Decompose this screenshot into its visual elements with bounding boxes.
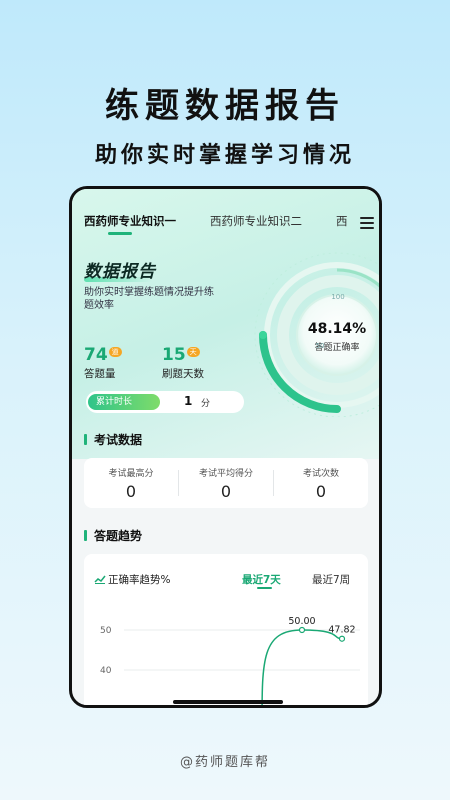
tab-subject-1[interactable]: 西药师专业知识一 [84, 213, 176, 229]
phone-frame: 西药师专业知识一 西药师专业知识二 西 数据报告 助你实时掌握练题情况提升练题效… [69, 186, 382, 708]
answered-label: 答题量 [84, 368, 116, 380]
tab-last-7-weeks[interactable]: 最近7周 [312, 572, 350, 587]
duration-pill: 累计时长 1 分 [86, 391, 244, 413]
report-description: 助你实时掌握练题情况提升练题效率 [84, 287, 214, 311]
exam-count-label: 考试次数 [302, 469, 339, 479]
gauge-tick-100: 100 [331, 293, 344, 301]
series-line [261, 629, 343, 705]
duration-unit: 分 [201, 399, 211, 409]
tab-subject-2[interactable]: 西药师专业知识二 [210, 213, 302, 229]
exam-highest-label: 考试最高分 [108, 469, 154, 479]
brand-footer: @药师题库帮 [179, 755, 270, 770]
accuracy-trend-chart: 50 40 30 50.00 47.82 [100, 616, 360, 708]
exam-count: 考试次数 0 [274, 466, 368, 501]
home-indicator [173, 700, 283, 704]
days-count: 15 [162, 345, 186, 365]
y-tick-label: 30 [100, 706, 112, 708]
stat-days: 15 天 刷题天数 [162, 345, 204, 381]
days-label: 刷题天数 [162, 368, 204, 380]
trend-card-title: 正确率趋势% [108, 574, 171, 586]
hamburger-menu-icon[interactable] [360, 217, 374, 229]
exam-stats-card: 考试最高分 0 考试平均得分 0 考试次数 0 [84, 458, 368, 508]
report-title: 数据报告 [84, 262, 156, 282]
days-unit-badge: 天 [186, 347, 200, 357]
duration-tag: 累计时长 [88, 394, 160, 410]
tab-last-7-days[interactable]: 最近7天 [242, 572, 281, 587]
data-point[interactable] [338, 635, 346, 642]
trend-chart-icon [94, 575, 106, 584]
exam-average-label: 考试平均得分 [198, 469, 253, 479]
exam-average: 考试平均得分 0 [179, 466, 273, 501]
duration-value: 1 [184, 394, 193, 408]
answered-unit-badge: 道 [108, 347, 122, 357]
y-tick-label: 40 [100, 666, 112, 676]
promo-subtitle: 助你实时掌握学习情况 [94, 143, 355, 168]
gauge-start-dot [259, 331, 267, 339]
exam-average-value: 0 [220, 482, 232, 501]
trend-section-title: 答题趋势 [94, 529, 143, 543]
accuracy-gauge: 48.14% 答题正确率 100 50 [254, 252, 379, 417]
trend-section-bar [84, 530, 87, 541]
stat-answered: 74 道 答题量 [84, 345, 122, 381]
answered-count: 74 [84, 345, 108, 365]
data-label: 47.82 [328, 625, 355, 636]
gauge-tick-50: 50 [316, 342, 325, 350]
exam-section-bar [84, 434, 87, 445]
data-label: 50.00 [288, 616, 315, 627]
tab-last-7-days-indicator [257, 587, 272, 589]
tab-active-indicator [108, 232, 132, 235]
tab-subject-3[interactable]: 西 [336, 213, 348, 229]
trend-card: 正确率趋势% 最近7天 最近7周 50 40 30 50.00 47.82 [84, 554, 368, 708]
promo-title: 练题数据报告 [105, 86, 345, 126]
exam-count-value: 0 [315, 482, 327, 501]
subject-tabs: 西药师专业知识一 西药师专业知识二 西 [84, 213, 374, 235]
data-point[interactable] [298, 626, 306, 634]
exam-section-title: 考试数据 [94, 433, 143, 447]
y-tick-label: 50 [100, 626, 112, 636]
exam-highest-value: 0 [125, 482, 137, 501]
gauge-percent: 48.14% [308, 321, 366, 337]
exam-highest: 考试最高分 0 [84, 466, 178, 501]
